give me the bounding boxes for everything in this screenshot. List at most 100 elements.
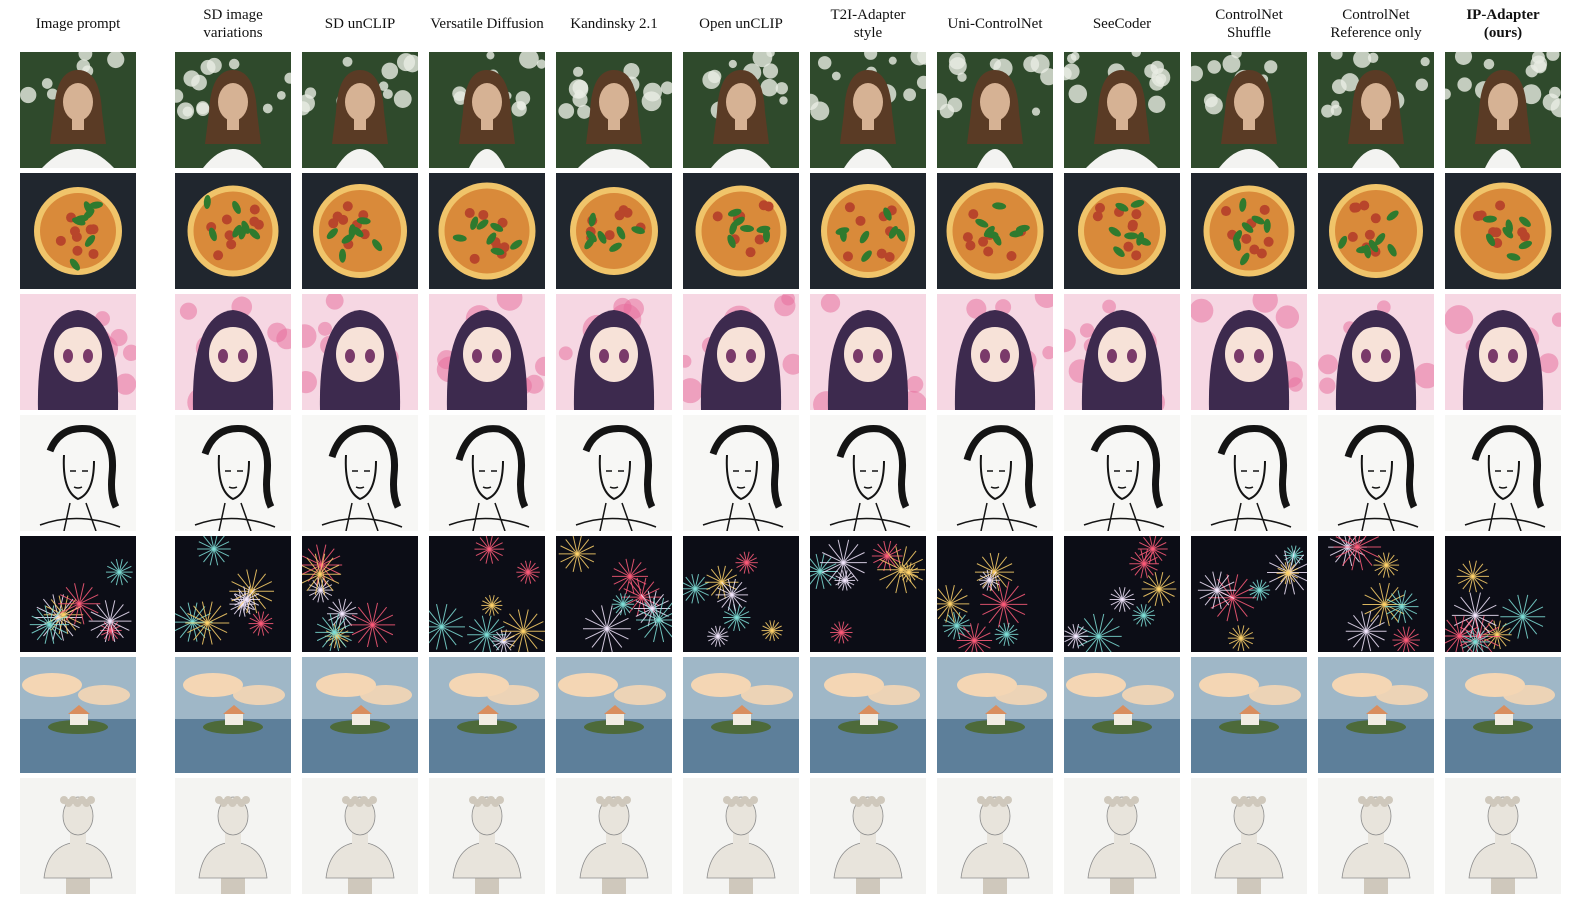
image-pizza-top-view-cn_ref bbox=[1318, 173, 1434, 289]
marble-bust-image bbox=[1191, 778, 1307, 894]
house-on-island-image bbox=[20, 657, 136, 773]
ink-sketch-woman-image bbox=[556, 415, 672, 531]
image-fireworks-night-t2i bbox=[810, 536, 926, 652]
image-marble-bust-cn_shuffle bbox=[1191, 778, 1307, 894]
image-ink-sketch-woman-t2i bbox=[810, 415, 926, 531]
house-on-island-image bbox=[683, 657, 799, 773]
anime-girl-image bbox=[810, 294, 926, 410]
house-on-island-image bbox=[429, 657, 545, 773]
fireworks-night-image bbox=[683, 536, 799, 652]
image-anime-girl-seecoder bbox=[1064, 294, 1180, 410]
ink-sketch-woman-image bbox=[1064, 415, 1180, 531]
anime-girl-image bbox=[302, 294, 418, 410]
image-house-on-island-open_unclip bbox=[683, 657, 799, 773]
image-marble-bust-sd_variations bbox=[175, 778, 291, 894]
image-anime-girl-versatile bbox=[429, 294, 545, 410]
image-pizza-top-view-cn_shuffle bbox=[1191, 173, 1307, 289]
image-pizza-top-view-open_unclip bbox=[683, 173, 799, 289]
fireworks-night-image bbox=[1064, 536, 1180, 652]
ink-sketch-woman-image bbox=[1191, 415, 1307, 531]
image-marble-bust-prompt bbox=[20, 778, 136, 894]
pizza-top-view-image bbox=[1064, 173, 1180, 289]
image-anime-girl-open_unclip bbox=[683, 294, 799, 410]
anime-girl-image bbox=[20, 294, 136, 410]
image-fireworks-night-sd_variations bbox=[175, 536, 291, 652]
fireworks-night-image bbox=[429, 536, 545, 652]
image-fireworks-night-ip_adapter bbox=[1445, 536, 1561, 652]
anime-girl-image bbox=[175, 294, 291, 410]
image-fireworks-night-kandinsky bbox=[556, 536, 672, 652]
anime-girl-image bbox=[556, 294, 672, 410]
fireworks-night-image bbox=[556, 536, 672, 652]
column-header-ip_adapter: IP-Adapter (ours) bbox=[1466, 7, 1540, 41]
image-pizza-top-view-prompt bbox=[20, 173, 136, 289]
image-fireworks-night-seecoder bbox=[1064, 536, 1180, 652]
image-house-on-island-versatile bbox=[429, 657, 545, 773]
ink-sketch-woman-image bbox=[175, 415, 291, 531]
image-marble-bust-sd_unclip bbox=[302, 778, 418, 894]
image-marble-bust-kandinsky bbox=[556, 778, 672, 894]
image-ink-sketch-woman-open_unclip bbox=[683, 415, 799, 531]
marble-bust-image bbox=[1064, 778, 1180, 894]
marble-bust-image bbox=[810, 778, 926, 894]
anime-girl-image bbox=[683, 294, 799, 410]
fireworks-night-image bbox=[20, 536, 136, 652]
image-ink-sketch-woman-versatile bbox=[429, 415, 545, 531]
marble-bust-image bbox=[937, 778, 1053, 894]
marble-bust-image bbox=[1318, 778, 1434, 894]
woman-portrait-in-flowers-image bbox=[20, 52, 136, 168]
woman-portrait-in-flowers-image bbox=[429, 52, 545, 168]
image-house-on-island-seecoder bbox=[1064, 657, 1180, 773]
image-house-on-island-cn_ref bbox=[1318, 657, 1434, 773]
fireworks-night-image bbox=[1191, 536, 1307, 652]
marble-bust-image bbox=[683, 778, 799, 894]
pizza-top-view-image bbox=[429, 173, 545, 289]
image-pizza-top-view-sd_variations bbox=[175, 173, 291, 289]
image-anime-girl-ip_adapter bbox=[1445, 294, 1561, 410]
pizza-top-view-image bbox=[20, 173, 136, 289]
pizza-top-view-image bbox=[556, 173, 672, 289]
pizza-top-view-image bbox=[1445, 173, 1561, 289]
image-pizza-top-view-sd_unclip bbox=[302, 173, 418, 289]
house-on-island-image bbox=[1445, 657, 1561, 773]
woman-portrait-in-flowers-image bbox=[556, 52, 672, 168]
image-pizza-top-view-ip_adapter bbox=[1445, 173, 1561, 289]
image-pizza-top-view-seecoder bbox=[1064, 173, 1180, 289]
fireworks-night-image bbox=[937, 536, 1053, 652]
ink-sketch-woman-image bbox=[1318, 415, 1434, 531]
image-anime-girl-sd_unclip bbox=[302, 294, 418, 410]
pizza-top-view-image bbox=[937, 173, 1053, 289]
anime-girl-image bbox=[1191, 294, 1307, 410]
image-anime-girl-uni bbox=[937, 294, 1053, 410]
image-ink-sketch-woman-cn_shuffle bbox=[1191, 415, 1307, 531]
ink-sketch-woman-image bbox=[20, 415, 136, 531]
ink-sketch-woman-image bbox=[302, 415, 418, 531]
image-anime-girl-sd_variations bbox=[175, 294, 291, 410]
image-anime-girl-kandinsky bbox=[556, 294, 672, 410]
image-house-on-island-cn_shuffle bbox=[1191, 657, 1307, 773]
image-woman-portrait-in-flowers-seecoder bbox=[1064, 52, 1180, 168]
image-ink-sketch-woman-sd_variations bbox=[175, 415, 291, 531]
fireworks-night-image bbox=[175, 536, 291, 652]
image-fireworks-night-versatile bbox=[429, 536, 545, 652]
image-woman-portrait-in-flowers-open_unclip bbox=[683, 52, 799, 168]
woman-portrait-in-flowers-image bbox=[175, 52, 291, 168]
image-anime-girl-prompt bbox=[20, 294, 136, 410]
pizza-top-view-image bbox=[175, 173, 291, 289]
image-ink-sketch-woman-cn_ref bbox=[1318, 415, 1434, 531]
image-ink-sketch-woman-ip_adapter bbox=[1445, 415, 1561, 531]
marble-bust-image bbox=[556, 778, 672, 894]
anime-girl-image bbox=[1445, 294, 1561, 410]
image-house-on-island-sd_unclip bbox=[302, 657, 418, 773]
image-fireworks-night-open_unclip bbox=[683, 536, 799, 652]
woman-portrait-in-flowers-image bbox=[1445, 52, 1561, 168]
image-woman-portrait-in-flowers-t2i bbox=[810, 52, 926, 168]
pizza-top-view-image bbox=[810, 173, 926, 289]
marble-bust-image bbox=[429, 778, 545, 894]
pizza-top-view-image bbox=[683, 173, 799, 289]
marble-bust-image bbox=[1445, 778, 1561, 894]
house-on-island-image bbox=[1191, 657, 1307, 773]
image-woman-portrait-in-flowers-versatile bbox=[429, 52, 545, 168]
ink-sketch-woman-image bbox=[683, 415, 799, 531]
house-on-island-image bbox=[810, 657, 926, 773]
